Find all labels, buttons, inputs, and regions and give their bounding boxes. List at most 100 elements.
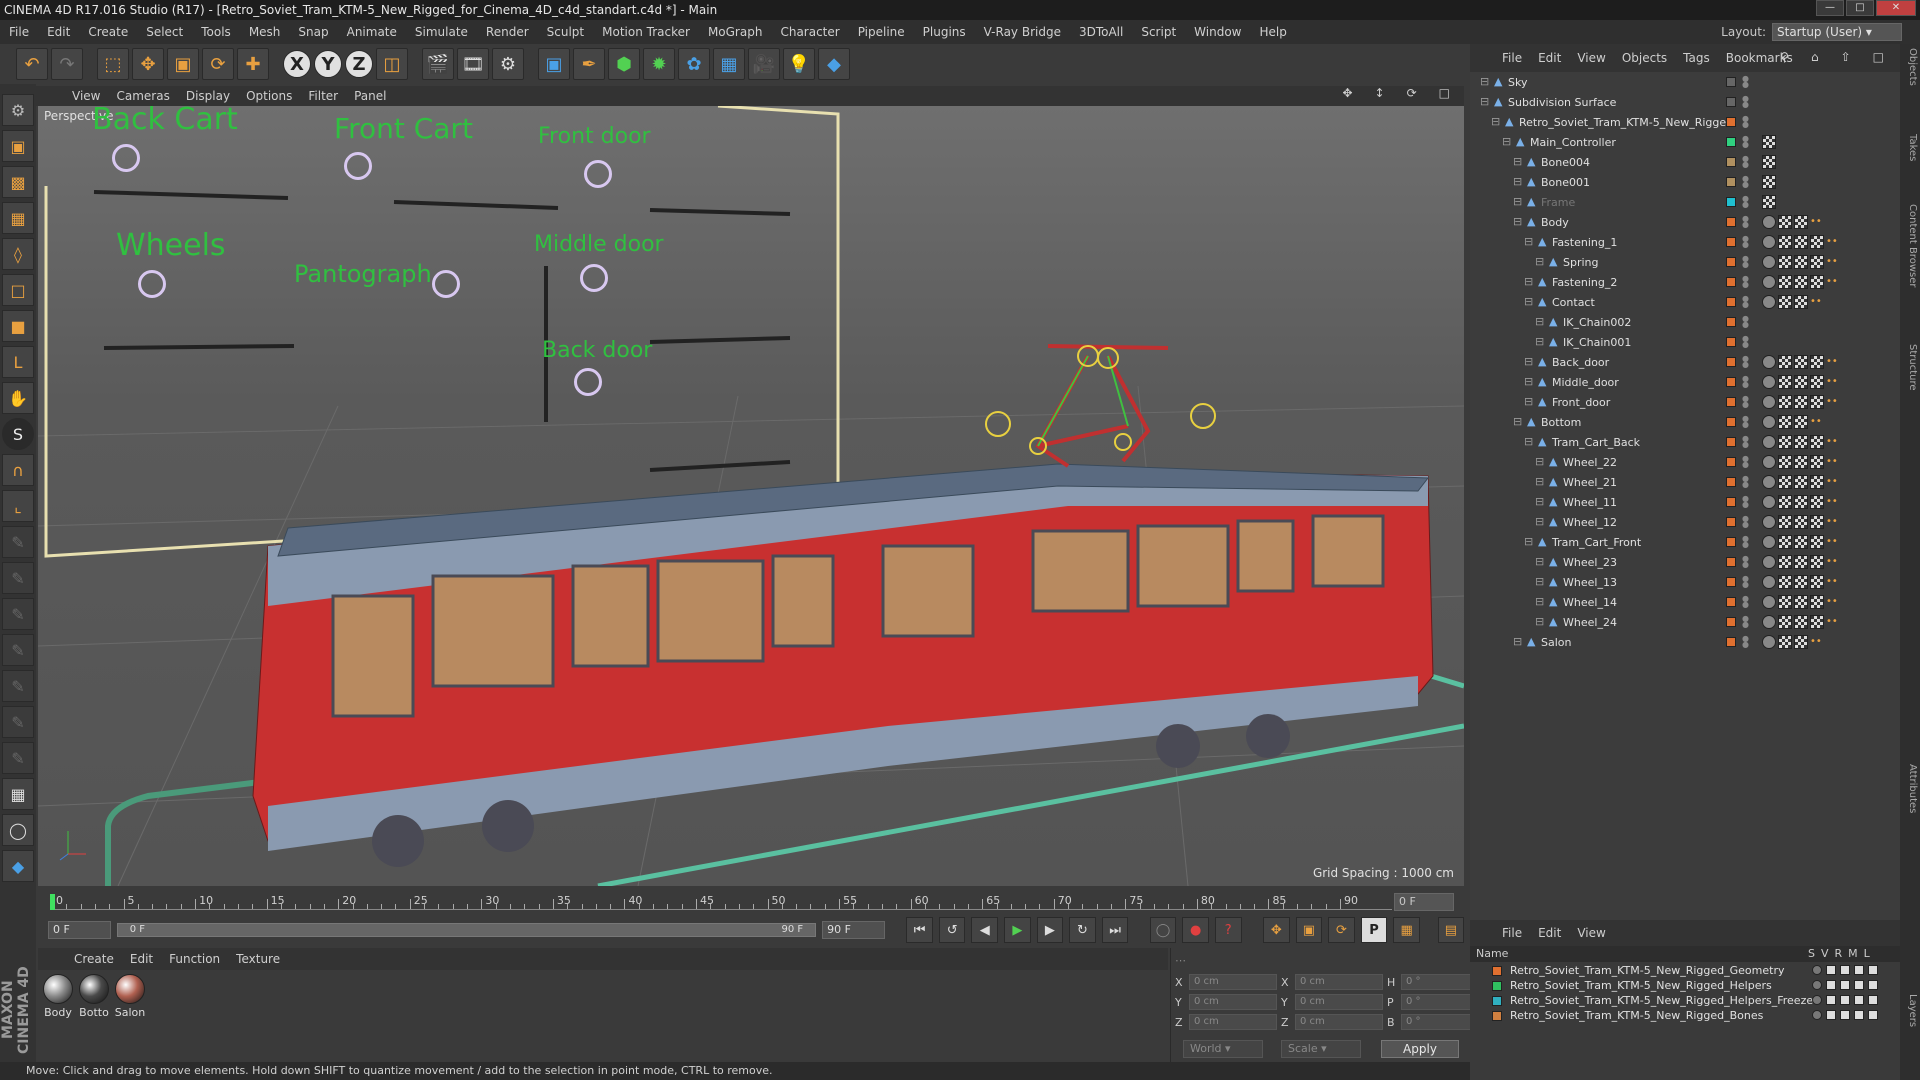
layer-color-swatch[interactable] [1492,996,1502,1006]
right-tab-structure[interactable]: Structure [1902,344,1918,391]
menu-character[interactable]: Character [771,25,848,39]
layer-flag-toggle[interactable] [1868,980,1878,990]
layer-color-swatch[interactable] [1726,357,1736,367]
visibility-dots-icon[interactable]: ● ● [1742,335,1749,349]
sculpt-pinch-icon[interactable]: ✎ [2,742,34,774]
object-tag-icon[interactable] [1778,215,1792,229]
render-picture-viewer-icon[interactable]: 🎞 [457,48,489,80]
object-tag-icon[interactable] [1794,635,1808,649]
expand-toggle-icon[interactable]: ⊟ [1535,596,1545,607]
layer-flag-toggle[interactable] [1826,1010,1836,1020]
make-editable-icon[interactable]: ⚙ [2,94,34,126]
menu-script[interactable]: Script [1132,25,1185,39]
layer-flag-toggle[interactable] [1868,995,1878,1005]
object-tag-icon[interactable] [1794,515,1808,529]
pan-icon[interactable]: ✥ [1334,86,1360,100]
object-tag-icon[interactable] [1778,235,1792,249]
expand-toggle-icon[interactable]: ⊟ [1524,396,1534,407]
object-tag-icon[interactable]: •• [1826,615,1838,629]
menu-window[interactable]: Window [1185,25,1250,39]
expand-toggle-icon[interactable]: ⊟ [1513,176,1523,187]
expand-toggle-icon[interactable]: ⊟ [1535,496,1545,507]
z-axis-icon[interactable]: Z [345,50,373,78]
visibility-dots-icon[interactable]: ● ● [1742,295,1749,309]
object-tag-icon[interactable] [1794,435,1808,449]
object-tag-icon[interactable] [1762,155,1776,169]
object-tag-icon[interactable] [1778,415,1792,429]
pen-icon[interactable]: ✒ [573,48,605,80]
play-icon[interactable]: ▶ [1004,917,1031,943]
layer-flag-toggle[interactable] [1840,1010,1850,1020]
object-row[interactable]: ⊟ ▲ Wheel_24 ● ● •• [1470,612,1900,632]
object-tag-icon[interactable] [1778,535,1792,549]
material-item[interactable]: Body [42,974,74,1058]
viewport-menu-options[interactable]: Options [238,89,300,103]
layer-flag-toggle[interactable] [1840,980,1850,990]
object-tag-icon[interactable] [1778,455,1792,469]
visibility-dots-icon[interactable]: ● ● [1742,175,1749,189]
expand-toggle-icon[interactable]: ⊟ [1535,616,1545,627]
object-menu-objects[interactable]: Objects [1614,51,1675,65]
sculpt-grab-icon[interactable]: ✎ [2,634,34,666]
object-tag-icon[interactable] [1794,475,1808,489]
object-tag-icon[interactable] [1810,535,1824,549]
layer-flag-toggle[interactable] [1826,980,1836,990]
object-tag-icon[interactable] [1762,375,1776,389]
coord-field[interactable]: 0 ° [1401,1014,1479,1030]
object-tag-icon[interactable]: •• [1826,575,1838,589]
layer-color-swatch[interactable] [1726,577,1736,587]
layer-color-swatch[interactable] [1726,537,1736,547]
object-tag-icon[interactable] [1778,495,1792,509]
expand-toggle-icon[interactable]: ⊟ [1535,516,1545,527]
edit-render-settings-icon[interactable]: ⚙ [492,48,524,80]
expand-toggle-icon[interactable]: ⊟ [1513,216,1523,227]
object-menu-file[interactable]: File [1494,51,1530,65]
object-row[interactable]: ⊟ ▲ Body ● ● •• [1470,212,1900,232]
visibility-dots-icon[interactable]: ● ● [1742,595,1749,609]
object-row[interactable]: ⊟ ▲ Subdivision Surface ● ● [1470,92,1900,112]
expand-toggle-icon[interactable]: ⊟ [1502,136,1512,147]
x-axis-icon[interactable]: X [283,50,311,78]
object-menu-view[interactable]: View [1569,51,1613,65]
array-icon[interactable]: ✹ [643,48,675,80]
object-tag-icon[interactable] [1762,555,1776,569]
menu-create[interactable]: Create [79,25,137,39]
coord-field[interactable]: 0 cm [1295,974,1383,990]
layer-color-swatch[interactable] [1726,137,1736,147]
frame-range-slider[interactable]: 0 F 90 F [116,923,817,937]
apply-button[interactable]: Apply [1381,1040,1459,1058]
visibility-dots-icon[interactable]: ● ● [1742,75,1749,89]
object-tag-icon[interactable] [1762,455,1776,469]
layer-color-swatch[interactable] [1726,377,1736,387]
layer-flag-toggle[interactable] [1840,965,1850,975]
object-tag-icon[interactable]: •• [1810,295,1822,309]
menu-mograph[interactable]: MoGraph [699,25,772,39]
tweak-mode-icon[interactable]: ✋ [2,382,34,414]
object-tag-icon[interactable] [1762,275,1776,289]
object-tag-icon[interactable] [1762,135,1776,149]
object-tag-icon[interactable]: •• [1826,495,1838,509]
menu-render[interactable]: Render [477,25,538,39]
layer-color-swatch[interactable] [1726,337,1736,347]
expand-toggle-icon[interactable]: ⊟ [1513,196,1523,207]
object-tag-icon[interactable] [1778,475,1792,489]
layer-color-swatch[interactable] [1726,297,1736,307]
object-tag-icon[interactable] [1778,275,1792,289]
go-to-start-icon[interactable]: ⏮ [906,917,933,943]
object-tag-icon[interactable] [1762,575,1776,589]
object-tag-icon[interactable] [1762,175,1776,189]
visibility-dots-icon[interactable]: ● ● [1742,355,1749,369]
object-tag-icon[interactable] [1762,395,1776,409]
object-tag-icon[interactable] [1810,495,1824,509]
expand-toggle-icon[interactable]: ⊟ [1524,356,1534,367]
object-tag-icon[interactable] [1794,255,1808,269]
python-icon[interactable]: ◆ [818,48,850,80]
layer-flag-toggle[interactable] [1868,965,1878,975]
layer-flag-toggle[interactable] [1854,980,1864,990]
object-tag-icon[interactable] [1762,235,1776,249]
coord-type-dropdown[interactable]: Scale ▾ [1281,1040,1361,1058]
record-scale-icon[interactable]: ▣ [1295,917,1323,943]
visibility-dots-icon[interactable]: ● ● [1742,635,1749,649]
expand-toggle-icon[interactable]: ⊟ [1535,336,1545,347]
layer-color-swatch[interactable] [1492,1011,1502,1021]
